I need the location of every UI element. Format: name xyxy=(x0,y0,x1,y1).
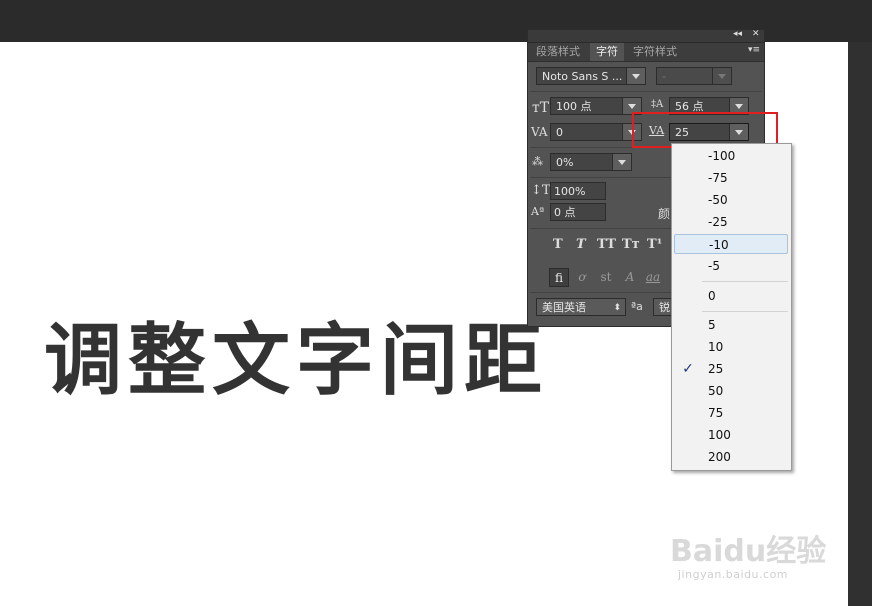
small-caps-button[interactable]: Tт xyxy=(622,237,640,252)
menu-item[interactable]: -100 xyxy=(674,146,788,166)
font-style-select[interactable]: - xyxy=(656,67,732,85)
font-size-value: 100 点 xyxy=(556,100,592,113)
font-size-select[interactable]: 100 点 xyxy=(550,97,642,115)
antialias-value: 锐 xyxy=(659,301,670,314)
font-size-icon: ᴛT xyxy=(532,100,550,116)
faux-italic-button[interactable]: T xyxy=(576,237,586,252)
menu-item[interactable]: 75 xyxy=(674,403,788,423)
tsume-icon: ⁂ xyxy=(532,155,543,168)
ligatures-button[interactable]: fi xyxy=(549,268,569,287)
superscript-button[interactable]: T¹ xyxy=(647,237,662,252)
checkmark-icon: ✓ xyxy=(682,361,694,377)
menu-item-hovered[interactable]: -10 xyxy=(674,234,788,254)
old-style-button[interactable]: ơ xyxy=(572,268,592,287)
menu-item[interactable]: -75 xyxy=(674,168,788,188)
kerning-icon: VA xyxy=(531,125,548,139)
menu-item[interactable]: -50 xyxy=(674,190,788,210)
stylistic-alternates-button[interactable]: aa xyxy=(643,268,663,287)
antialias-icon: ªa xyxy=(631,300,643,313)
font-family-select[interactable]: Noto Sans S ... xyxy=(536,67,646,85)
panel-title-bar: ◂◂ ✕ xyxy=(528,29,764,43)
baseline-shift-input[interactable]: 0 点 xyxy=(550,203,606,221)
divider xyxy=(530,91,762,92)
menu-item[interactable]: 5 xyxy=(674,315,788,335)
workspace-edge xyxy=(848,42,872,606)
language-value: 美国英语 xyxy=(542,301,586,314)
faux-bold-button[interactable]: T xyxy=(553,237,563,252)
all-caps-button[interactable]: TT xyxy=(597,237,616,252)
chevron-down-icon[interactable] xyxy=(712,68,731,84)
menu-item-label: 25 xyxy=(708,362,724,376)
menu-item[interactable]: 50 xyxy=(674,381,788,401)
updown-icon: ⬍ xyxy=(613,303,621,313)
menu-item-selected[interactable]: ✓ 25 xyxy=(674,359,788,379)
canvas-text-layer[interactable]: 调整文字间距 xyxy=(44,322,548,400)
font-family-value: Noto Sans S ... xyxy=(542,70,623,83)
watermark-url: jingyan.baidu.com xyxy=(678,568,789,581)
close-icon[interactable]: ✕ xyxy=(752,29,760,39)
tsume-select[interactable]: 0% xyxy=(550,153,632,171)
tab-character[interactable]: 字符 xyxy=(590,43,624,61)
chevron-down-icon[interactable] xyxy=(612,154,631,170)
menu-item[interactable]: 10 xyxy=(674,337,788,357)
swash-button[interactable]: A xyxy=(620,268,640,287)
discretionary-ligatures-button[interactable]: st xyxy=(596,268,616,287)
menu-divider xyxy=(702,281,788,282)
kerning-select[interactable]: 0 xyxy=(550,123,642,141)
language-select[interactable]: 美国英语 ⬍ xyxy=(536,298,626,316)
panel-tabs: 段落样式 字符 字符样式 ▾≡ xyxy=(528,43,764,62)
menu-divider xyxy=(702,311,788,312)
menu-item[interactable]: -5 xyxy=(674,256,788,276)
baseline-shift-icon: Aª xyxy=(531,205,545,218)
tab-paragraph-styles[interactable]: 段落样式 xyxy=(530,43,586,61)
watermark-logo: Baidu经验 xyxy=(670,534,827,569)
menu-item[interactable]: 100 xyxy=(674,425,788,445)
tsume-value: 0% xyxy=(556,156,574,169)
leading-icon: ‡A xyxy=(651,99,664,110)
vertical-scale-input[interactable]: 100% xyxy=(550,182,606,200)
tab-character-styles[interactable]: 字符样式 xyxy=(627,43,683,61)
menu-item[interactable]: 0 xyxy=(674,286,788,306)
chevron-down-icon[interactable] xyxy=(626,68,645,84)
tracking-options-menu: -100 -75 -50 -25 -10 -5 0 5 10 ✓ 25 50 7… xyxy=(671,143,792,471)
menu-item[interactable]: -25 xyxy=(674,212,788,232)
watermark: Baidu经验 jingyan.baidu.com xyxy=(668,516,838,596)
color-label: 颜 xyxy=(658,207,671,221)
panel-menu-icon[interactable]: ▾≡ xyxy=(748,45,760,55)
font-style-value: - xyxy=(662,70,666,83)
menu-item[interactable]: 200 xyxy=(674,447,788,467)
kerning-value: 0 xyxy=(556,126,563,139)
collapse-icon[interactable]: ◂◂ xyxy=(733,29,742,39)
vertical-scale-icon: ↕T xyxy=(531,183,551,198)
